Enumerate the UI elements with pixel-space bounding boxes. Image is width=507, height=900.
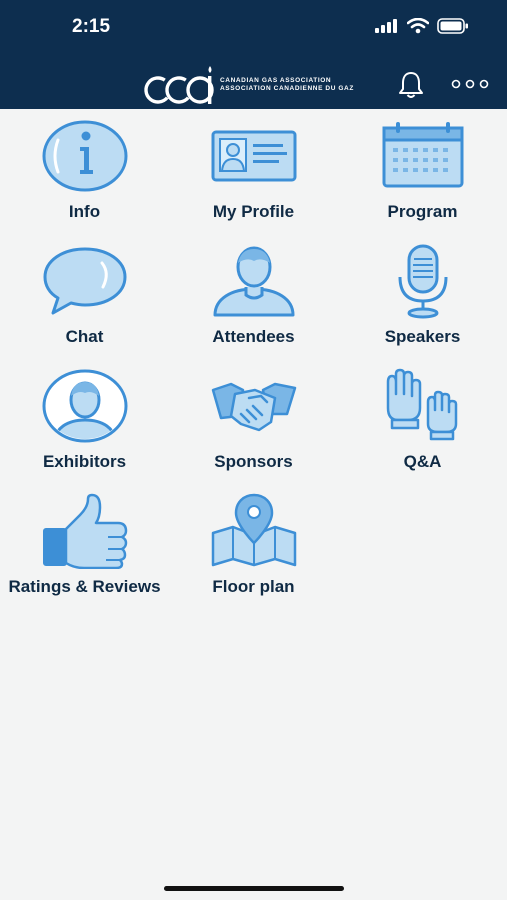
tile-program-label: Program (387, 202, 458, 221)
info-icon (42, 120, 127, 192)
cga-logo: CANADIAN GAS ASSOCIATION ASSOCIATION CAN… (142, 62, 367, 108)
tile-my-profile[interactable]: My Profile (169, 118, 338, 238)
person-circle-icon (42, 369, 127, 443)
home-indicator[interactable] (164, 886, 344, 891)
status-icons (375, 18, 469, 34)
tile-ratings-reviews[interactable]: Ratings & Reviews (0, 493, 169, 613)
tile-floor-plan[interactable]: Floor plan (169, 493, 338, 613)
tile-exhibitors-label: Exhibitors (42, 452, 127, 471)
bell-icon[interactable] (396, 70, 426, 100)
tile-attendees-label: Attendees (212, 327, 295, 346)
tile-qa-label: Q&A (403, 452, 442, 471)
signal-icon (375, 19, 397, 33)
tile-attendees[interactable]: Attendees (169, 243, 338, 363)
tile-speakers[interactable]: Speakers (338, 243, 507, 363)
raised-hands-icon (386, 368, 457, 441)
tile-chat-label: Chat (65, 327, 104, 346)
map-pin-icon (211, 493, 296, 567)
calendar-icon (382, 122, 463, 188)
tile-floor-plan-label: Floor plan (212, 577, 295, 596)
logo-line-2: ASSOCIATION CANADIENNE DU GAZ (220, 85, 354, 92)
tile-speakers-label: Speakers (384, 327, 461, 346)
tile-qa[interactable]: Q&A (338, 368, 507, 488)
chat-bubble-icon (43, 247, 126, 315)
more-icon[interactable] (451, 79, 489, 89)
tile-chat[interactable]: Chat (0, 243, 169, 363)
logo-line-1: CANADIAN GAS ASSOCIATION (220, 77, 332, 84)
tile-exhibitors[interactable]: Exhibitors (0, 368, 169, 488)
status-time: 2:15 (72, 16, 111, 37)
handshake-icon (211, 382, 296, 432)
wifi-icon (407, 18, 429, 34)
logo-text: CANADIAN GAS ASSOCIATION ASSOCIATION CAN… (220, 77, 354, 93)
app-header: 2:15 CANADIAN GAS ASSOCIATION ASSOCIATIO… (0, 0, 507, 109)
cga-logo-mark (144, 66, 214, 104)
id-card-icon (211, 130, 296, 182)
tile-ratings-reviews-label: Ratings & Reviews (8, 577, 161, 596)
thumbs-up-icon (42, 493, 127, 569)
tile-info-label: Info (68, 202, 101, 221)
battery-icon (437, 18, 468, 34)
tile-my-profile-label: My Profile (212, 202, 295, 221)
tile-sponsors[interactable]: Sponsors (169, 368, 338, 488)
person-icon (213, 246, 294, 317)
microphone-icon (398, 244, 447, 319)
tile-program[interactable]: Program (338, 118, 507, 238)
tile-sponsors-label: Sponsors (214, 452, 293, 471)
tile-info[interactable]: Info (0, 118, 169, 238)
